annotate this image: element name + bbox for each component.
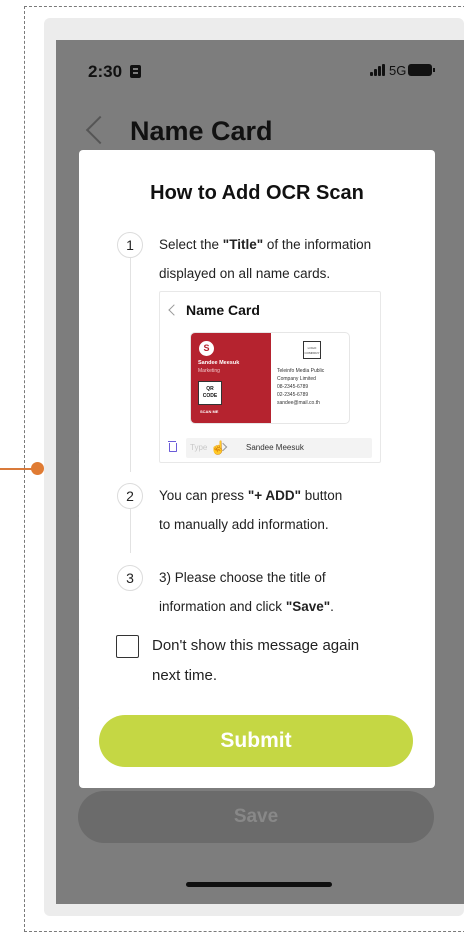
- dont-show-again-checkbox[interactable]: [116, 635, 139, 658]
- name-card-preview-image: Name Card S Sandee Meesuk Marketing QR CO…: [159, 291, 381, 463]
- preview-field-row: Type ☝ Sandee Meesuk: [166, 438, 372, 458]
- battery-icon: [408, 64, 435, 76]
- signal-icon: [370, 64, 386, 76]
- network-label: 5G: [389, 63, 407, 78]
- step-connector: [130, 256, 131, 472]
- preview-title: Name Card: [186, 302, 260, 318]
- annotation-marker: [31, 462, 44, 475]
- save-button[interactable]: Save: [78, 791, 434, 843]
- trash-icon: [168, 441, 177, 452]
- preview-back-icon: [168, 304, 180, 316]
- back-chevron-icon[interactable]: [85, 115, 115, 145]
- card-contact-info: Teleinfo Media Public Company Limited 08…: [277, 368, 325, 406]
- home-indicator: [186, 882, 332, 887]
- page-title: Name Card: [130, 116, 273, 146]
- step-number: 2: [117, 483, 143, 509]
- checkbox-label[interactable]: Don't show this message again next time.: [152, 631, 422, 691]
- step-number: 1: [117, 232, 143, 258]
- submit-button[interactable]: Submit: [99, 715, 413, 767]
- ocr-help-modal: How to Add OCR Scan 1 Select the "Title"…: [79, 150, 435, 788]
- sim-card-icon: [130, 65, 141, 78]
- qr-code-icon: QR CODE: [198, 381, 222, 405]
- step-1-text: Select the "Title" of the information di…: [159, 237, 372, 281]
- step-number: 3: [117, 565, 143, 591]
- sample-name-card: S Sandee Meesuk Marketing QR CODE SCAN ME…: [190, 332, 350, 424]
- pointer-hand-icon: ☝: [210, 440, 227, 455]
- modal-title: How to Add OCR Scan: [150, 182, 364, 204]
- step-3-text: 3) Please choose the title of informatio…: [159, 570, 334, 614]
- step-connector: [130, 509, 131, 553]
- step-2-text: You can press "+ ADD" button to manually…: [159, 488, 343, 532]
- status-time: 2:30: [88, 62, 123, 81]
- status-bar: 2:30 5G: [56, 40, 464, 100]
- card-logo-icon: S: [199, 341, 214, 356]
- company-logo-box: LOGO COMPANY: [303, 341, 321, 359]
